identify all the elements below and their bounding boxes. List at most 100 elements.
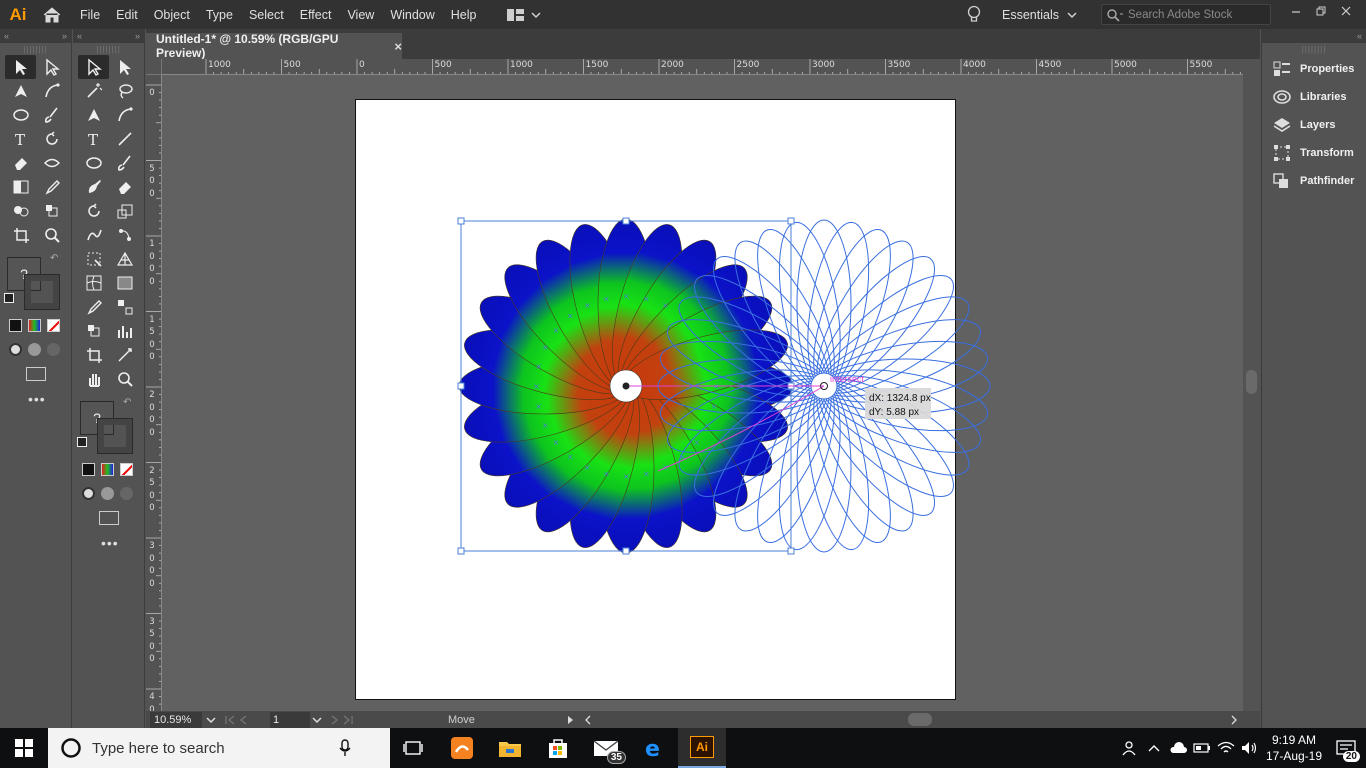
eyedropper-tool[interactable] [36, 175, 67, 199]
dock-header[interactable]: « [1262, 29, 1366, 43]
draw-behind-icon[interactable] [28, 343, 41, 356]
taskbar-uc-browser[interactable] [438, 728, 486, 768]
more-tools-icon[interactable]: ••• [28, 391, 46, 407]
blend-tool[interactable] [109, 295, 140, 319]
curvature-tool[interactable] [109, 103, 140, 127]
warp-tool[interactable] [78, 223, 109, 247]
start-button[interactable] [0, 728, 48, 768]
dock-layers[interactable]: Layers [1262, 111, 1366, 139]
panel-grip[interactable]: |||||||| [73, 43, 144, 55]
dock-transform[interactable]: Transform [1262, 139, 1366, 167]
scroll-right-icon[interactable] [1229, 715, 1239, 725]
slice-tool[interactable] [109, 343, 140, 367]
clock[interactable]: 9:19 AM 17-Aug-19 [1262, 732, 1326, 764]
more-tools-icon[interactable]: ••• [101, 535, 119, 551]
stock-search-box[interactable] [1101, 4, 1271, 25]
close-window-button[interactable] [1334, 0, 1358, 22]
menu-view[interactable]: View [339, 0, 382, 29]
symbol-sprayer-tool[interactable] [36, 199, 67, 223]
canvas[interactable]: ×××××××××××××××××××××××× intersect dX: 1… [162, 75, 1243, 711]
minimize-button[interactable] [1284, 0, 1308, 22]
zoom-field[interactable]: 10.59% [150, 712, 202, 728]
task-view-button[interactable] [390, 728, 438, 768]
chevron-down-icon[interactable] [310, 715, 324, 725]
draw-inside-icon[interactable] [47, 343, 60, 356]
zoom-tool[interactable] [36, 223, 67, 247]
taskbar-edge[interactable]: e [630, 728, 678, 768]
menu-object[interactable]: Object [146, 0, 198, 29]
rotate-tool[interactable] [36, 127, 67, 151]
gradient-tool[interactable] [5, 175, 36, 199]
swap-fill-stroke-icon[interactable]: ↶ [50, 253, 58, 264]
scroll-thumb[interactable] [1246, 370, 1257, 394]
zoom-tool[interactable] [109, 367, 140, 391]
mesh-tool[interactable] [78, 271, 109, 295]
dock-properties[interactable]: Properties [1262, 55, 1366, 83]
panel-header[interactable]: «» [73, 29, 144, 43]
stroke-swatch[interactable] [97, 418, 133, 454]
ruler-origin[interactable] [146, 59, 162, 75]
ellipse-tool[interactable] [78, 151, 109, 175]
screen-mode-icon[interactable] [99, 511, 119, 525]
type-tool[interactable]: T [78, 127, 109, 151]
close-document-icon[interactable]: × [394, 39, 402, 54]
fill-stroke-controls[interactable]: ? ↶ ••• [73, 397, 144, 551]
scroll-left-icon[interactable] [583, 715, 593, 725]
perspective-grid-tool[interactable] [109, 247, 140, 271]
wifi-button[interactable] [1214, 728, 1238, 768]
menu-help[interactable]: Help [443, 0, 485, 29]
taskbar-file-explorer[interactable] [486, 728, 534, 768]
selection-tool[interactable] [109, 55, 140, 79]
stock-search-input[interactable] [1128, 8, 1268, 21]
line-segment-tool[interactable] [109, 127, 140, 151]
document-tab[interactable]: Untitled-1* @ 10.59% (RGB/GPU Preview) × [146, 32, 402, 60]
taskbar-search-input[interactable] [92, 739, 352, 757]
shape-builder-tool[interactable] [5, 199, 36, 223]
scale-tool[interactable] [109, 199, 140, 223]
horizontal-scroll-thumb[interactable] [908, 713, 932, 726]
hand-tool[interactable] [78, 367, 109, 391]
menu-window[interactable]: Window [382, 0, 442, 29]
default-colors-icon[interactable] [77, 437, 87, 447]
direct-selection-tool[interactable] [78, 55, 109, 79]
type-tool[interactable]: T [5, 127, 36, 151]
chevron-down-icon[interactable] [204, 715, 218, 725]
column-graph-tool[interactable] [109, 319, 140, 343]
stroke-swatch[interactable] [24, 274, 60, 310]
menu-select[interactable]: Select [241, 0, 292, 29]
artboard-number-field[interactable]: 1 [270, 712, 310, 728]
lasso-tool[interactable] [109, 79, 140, 103]
volume-button[interactable] [1238, 728, 1262, 768]
swap-fill-stroke-icon[interactable]: ↶ [123, 397, 131, 408]
curvature-tool[interactable] [36, 79, 67, 103]
onedrive-button[interactable] [1166, 728, 1190, 768]
taskbar-store[interactable] [534, 728, 582, 768]
status-menu-arrow-icon[interactable] [566, 715, 576, 725]
discover-button[interactable] [966, 5, 982, 28]
horizontal-ruler[interactable]: 1000 500 0 500 1000 1500 2000 2500 3000 3500 4000 4… [162, 59, 1243, 75]
arrange-documents-button[interactable] [506, 8, 541, 22]
free-transform-tool[interactable] [78, 247, 109, 271]
close-panel-icon[interactable]: » [135, 31, 140, 41]
show-hidden-icons-button[interactable] [1142, 728, 1166, 768]
taskbar-search[interactable] [48, 728, 390, 768]
dock-libraries[interactable]: Libraries [1262, 83, 1366, 111]
artwork[interactable]: ×××××××××××××××××××××××× intersect dX: 1… [162, 75, 1243, 711]
artboard-tool[interactable] [78, 343, 109, 367]
draw-behind-icon[interactable] [101, 487, 114, 500]
dock-pathfinder[interactable]: Pathfinder [1262, 167, 1366, 195]
people-button[interactable] [1118, 728, 1142, 768]
default-colors-icon[interactable] [4, 293, 14, 303]
magic-wand-tool[interactable] [78, 79, 109, 103]
artboard-next-last-icon[interactable] [328, 715, 368, 725]
action-center-button[interactable]: 20 [1326, 728, 1366, 768]
menu-effect[interactable]: Effect [292, 0, 340, 29]
rotate-tool[interactable] [78, 199, 109, 223]
artboard-first-prev-icon[interactable] [224, 715, 264, 725]
draw-normal-icon[interactable] [82, 487, 95, 500]
none-mode-button[interactable] [47, 319, 60, 332]
collapse-icon[interactable]: « [77, 31, 82, 41]
vertical-scrollbar[interactable] [1243, 59, 1260, 711]
color-mode-button[interactable] [9, 319, 22, 332]
pen-tool[interactable] [78, 103, 109, 127]
